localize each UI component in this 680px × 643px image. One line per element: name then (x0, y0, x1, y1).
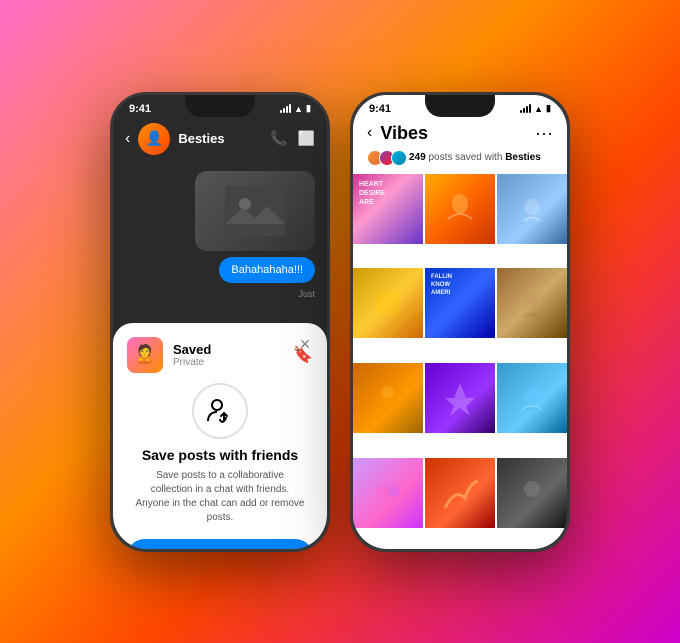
bottom-sheet: ✕ 🙎 Saved Private 🔖 (113, 323, 327, 549)
saved-avatar: 🙎 (127, 337, 163, 373)
grid-image-8 (425, 363, 495, 433)
left-phone-notch (185, 95, 255, 117)
left-phone: 9:41 ▲ ▮ ‹ 👤 Besties � (110, 92, 330, 552)
grid-image-11 (425, 458, 495, 528)
ig-subtitle: 249 posts saved with Besties (353, 150, 567, 174)
saved-row: 🙎 Saved Private 🔖 (127, 337, 313, 373)
chat-title: Besties (178, 131, 262, 146)
grid-cell-6[interactable] (497, 268, 567, 338)
grid-cell-7[interactable] (353, 363, 423, 433)
right-status-time: 9:41 (369, 103, 391, 115)
grid-cell-10[interactable] (353, 458, 423, 528)
grid-image-7 (353, 363, 423, 433)
grid-image-5: FALLINKNOWAMERI (425, 268, 495, 338)
ig-collection-title: Vibes (380, 123, 527, 144)
chat-message: Bahahahaha!!! (231, 264, 303, 276)
try-it-button[interactable]: Try it (127, 539, 313, 549)
ig-content: ‹ Vibes ··· 249 posts saved with Besties (353, 119, 567, 549)
battery-icon: ▮ (306, 103, 311, 114)
right-phone-screen: 9:41 ▲ ▮ ‹ Vibes ··· (353, 95, 567, 549)
grid-cell-4[interactable] (353, 268, 423, 338)
grid-image-4 (353, 268, 423, 338)
ig-grid: HEARTDESIREARE (353, 174, 567, 549)
cell-text-1: HEARTDESIREARE (359, 180, 385, 207)
feature-description: Save posts to a collaborative collection… (127, 469, 313, 525)
feature-title: Save posts with friends (127, 447, 313, 463)
grid-cell-9[interactable] (497, 363, 567, 433)
saved-info: Saved Private (173, 342, 283, 368)
grid-image-12 (497, 458, 567, 528)
wifi-icon: ▲ (534, 104, 543, 114)
saved-title: Saved (173, 342, 283, 357)
grid-cell-8[interactable] (425, 363, 495, 433)
cell-text-5: FALLINKNOWAMERI (431, 274, 452, 297)
grid-image-2 (425, 174, 495, 244)
left-status-time: 9:41 (129, 103, 151, 115)
posts-count: 249 (409, 152, 426, 163)
feature-icon (192, 383, 248, 439)
ig-back-button[interactable]: ‹ (367, 124, 372, 142)
messenger-header: ‹ 👤 Besties 📞 ⬜ (113, 119, 327, 163)
signal-icon (520, 104, 531, 113)
grid-cell-3[interactable] (497, 174, 567, 244)
avatar-group (367, 150, 403, 166)
ig-posts-count-text: 249 posts saved with Besties (409, 152, 541, 163)
grid-image-6 (497, 268, 567, 338)
ig-more-button[interactable]: ··· (535, 123, 553, 144)
mini-avatar-3 (391, 150, 407, 166)
close-button[interactable]: ✕ (295, 335, 315, 355)
grid-cell-1[interactable]: HEARTDESIREARE (353, 174, 423, 244)
left-status-icons: ▲ ▮ (280, 103, 311, 114)
grid-image-3 (497, 174, 567, 244)
back-button[interactable]: ‹ (125, 130, 130, 148)
group-name: Besties (505, 152, 541, 163)
chat-avatar: 👤 (138, 123, 170, 155)
wifi-icon: ▲ (294, 104, 303, 114)
posts-text: posts saved with (428, 152, 505, 163)
grid-cell-5[interactable]: FALLINKNOWAMERI (425, 268, 495, 338)
call-icon[interactable]: 📞 (270, 130, 287, 147)
right-phone-notch (425, 95, 495, 117)
header-icons: 📞 ⬜ (270, 130, 315, 147)
left-phone-screen: 9:41 ▲ ▮ ‹ 👤 Besties � (113, 95, 327, 549)
ig-header: ‹ Vibes ··· (353, 119, 567, 150)
grid-cell-11[interactable] (425, 458, 495, 528)
right-phone: 9:41 ▲ ▮ ‹ Vibes ··· (350, 92, 570, 552)
grid-cell-12[interactable] (497, 458, 567, 528)
grid-image-9 (497, 363, 567, 433)
grid-image-10 (353, 458, 423, 528)
message-timestamp: Just (298, 289, 315, 299)
chat-bubble: Bahahahaha!!! (219, 257, 315, 283)
signal-icon (280, 104, 291, 113)
phones-container: 9:41 ▲ ▮ ‹ 👤 Besties � (110, 92, 570, 552)
saved-subtitle: Private (173, 357, 283, 368)
grid-cell-2[interactable] (425, 174, 495, 244)
right-status-icons: ▲ ▮ (520, 103, 551, 114)
grid-image-1: HEARTDESIREARE (353, 174, 423, 244)
battery-icon: ▮ (546, 103, 551, 114)
chat-area: Bahahahaha!!! Just (113, 163, 327, 323)
image-message (195, 171, 315, 251)
video-icon[interactable]: ⬜ (298, 130, 315, 147)
